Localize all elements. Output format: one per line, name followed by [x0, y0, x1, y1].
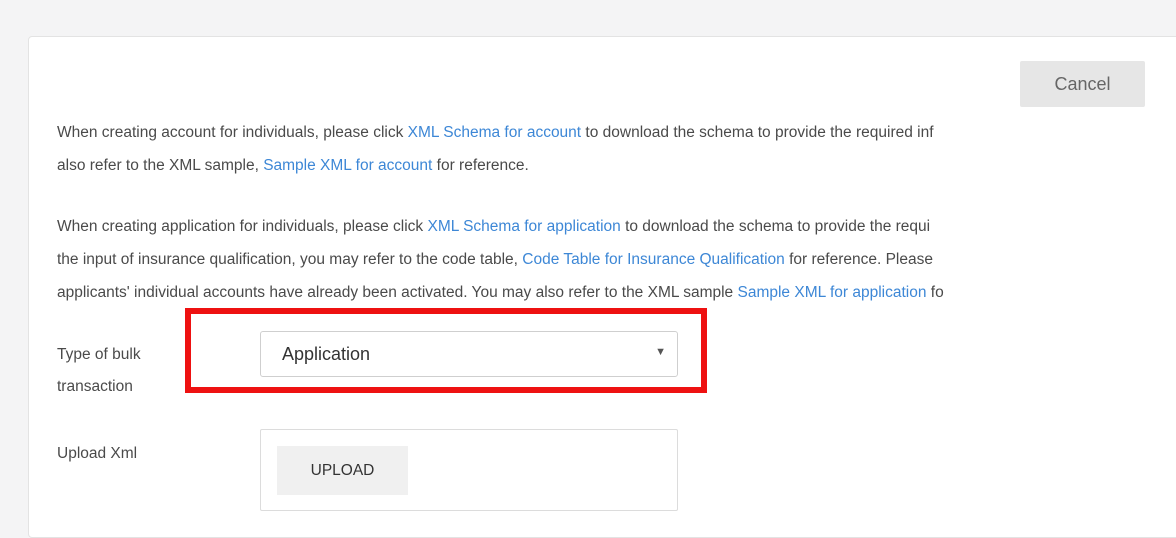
- upload-xml-label: Upload Xml: [57, 445, 138, 462]
- application-instructions-line-3: applicants' individual accounts have alr…: [57, 276, 1167, 309]
- text-segment: to download the schema to provide the re…: [581, 124, 934, 141]
- account-instructions-line-1: When creating account for individuals, p…: [57, 116, 1167, 149]
- text-segment: When creating account for individuals, p…: [57, 124, 408, 141]
- cancel-button[interactable]: Cancel: [1020, 61, 1145, 107]
- text-segment: also refer to the XML sample,: [57, 157, 264, 174]
- code-table-insurance-link[interactable]: Code Table for Insurance Qualification: [522, 251, 785, 268]
- upload-button[interactable]: UPLOAD: [277, 446, 408, 495]
- text-segment: When creating application for individual…: [57, 218, 428, 235]
- text-segment: fo: [926, 284, 944, 301]
- text-segment: for reference.: [432, 157, 529, 174]
- xml-schema-application-link[interactable]: XML Schema for application: [427, 218, 620, 235]
- red-highlight-box: [185, 308, 707, 393]
- text-segment: the input of insurance qualification, yo…: [57, 251, 523, 268]
- text-segment: applicants' individual accounts have alr…: [57, 284, 738, 301]
- xml-schema-account-link[interactable]: XML Schema for account: [408, 124, 581, 141]
- account-instructions-line-2: also refer to the XML sample, Sample XML…: [57, 149, 1167, 182]
- sample-xml-account-link[interactable]: Sample XML for account: [263, 157, 432, 174]
- bulk-type-label: Type of bulk transaction: [57, 346, 141, 395]
- text-segment: to download the schema to provide the re…: [620, 218, 931, 235]
- application-instructions-line-1: When creating application for individual…: [57, 210, 1167, 243]
- application-instructions: When creating application for individual…: [57, 210, 1167, 309]
- sample-xml-application-link[interactable]: Sample XML for application: [738, 284, 927, 301]
- text-segment: for reference. Please: [784, 251, 933, 268]
- application-instructions-line-2: the input of insurance qualification, yo…: [57, 243, 1167, 276]
- account-instructions: When creating account for individuals, p…: [57, 116, 1167, 182]
